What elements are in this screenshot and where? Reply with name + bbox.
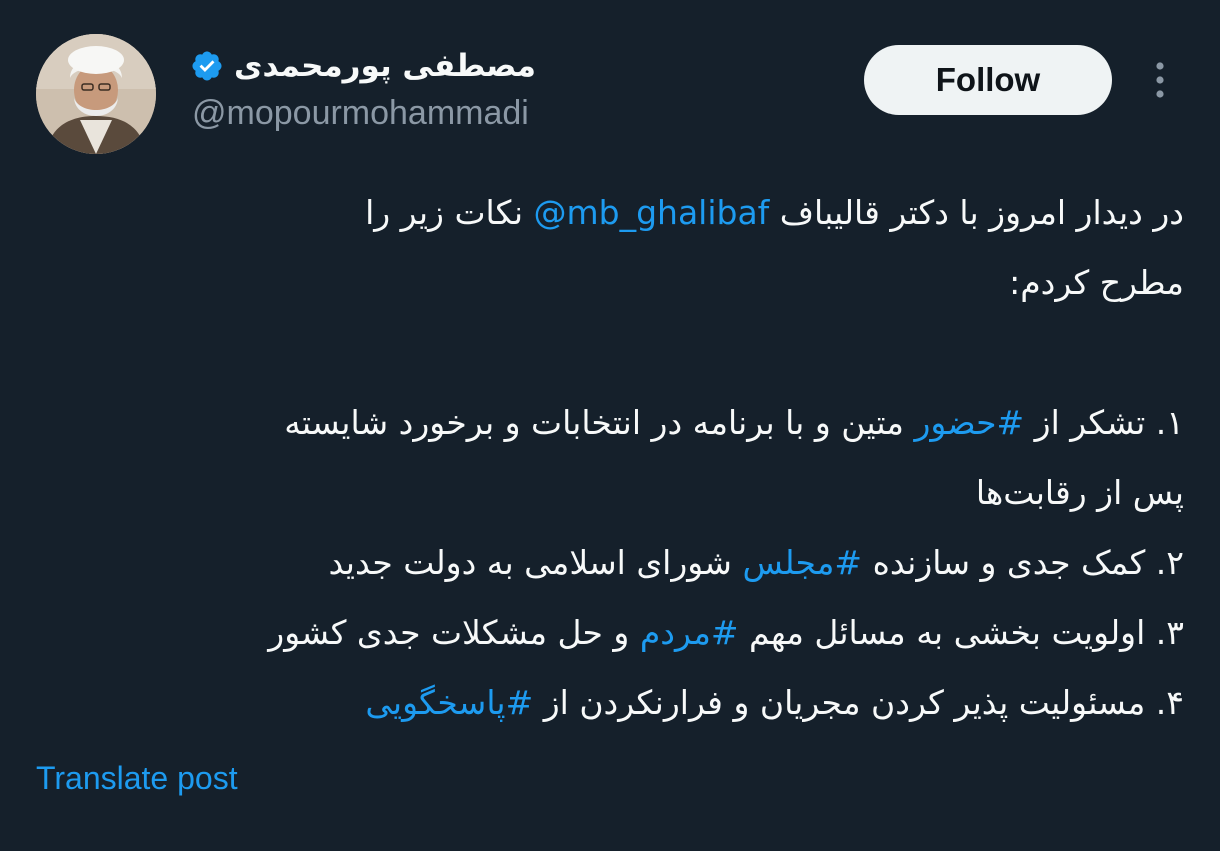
- hashtag-link[interactable]: #پاسخگویی: [365, 683, 533, 722]
- text-segment: و حل مشکلات جدی کشور: [268, 613, 640, 652]
- tweet-text: در دیدار امروز با دکتر قالیباف @mb_ghali…: [34, 178, 1184, 738]
- text-segment: متین و با برنامه در انتخابات و برخورد شا…: [284, 403, 915, 442]
- translate-post-link[interactable]: Translate post: [36, 760, 238, 797]
- avatar[interactable]: [36, 34, 156, 154]
- tweet-line-intro: در دیدار امروز با دکتر قالیباف @mb_ghali…: [34, 178, 1184, 248]
- text-segment: شورای اسلامی به دولت جدید: [328, 543, 743, 582]
- author-handle[interactable]: @mopourmohammadi: [192, 94, 529, 133]
- tweet-item-2: ۲. کمک جدی و سازنده #مجلس شورای اسلامی ب…: [34, 528, 1184, 598]
- verified-badge-icon: [192, 51, 222, 81]
- text-segment: ۳. اولویت بخشی به مسائل مهم: [738, 613, 1184, 652]
- hashtag-link[interactable]: #مردم: [640, 613, 739, 652]
- tweet-line-intro-cont: مطرح کردم:: [1009, 263, 1184, 302]
- hashtag-link[interactable]: #مجلس: [742, 543, 862, 582]
- tweet-item-4: ۴. مسئولیت پذیر کردن مجریان و فرارنکردن …: [34, 668, 1184, 738]
- text-segment: ۲. کمک جدی و سازنده: [862, 543, 1184, 582]
- avatar-portrait-icon: [36, 34, 156, 154]
- author-name-row[interactable]: مصطفی پورمحمدی: [190, 44, 536, 88]
- more-vertical-icon: [1156, 62, 1164, 98]
- tweet-item-1: ۱. تشکر از #حضور متین و با برنامه در انت…: [34, 388, 1184, 458]
- follow-button[interactable]: Follow: [864, 45, 1112, 115]
- text-segment: نکات زیر را: [365, 193, 534, 232]
- more-options-button[interactable]: [1140, 58, 1180, 102]
- text-segment: در دیدار امروز با دکتر قالیباف: [769, 193, 1184, 232]
- tweet-item-1-cont: پس از رقابت‌ها: [975, 473, 1184, 512]
- tweet-item-3: ۳. اولویت بخشی به مسائل مهم #مردم و حل م…: [34, 598, 1184, 668]
- hashtag-link[interactable]: #حضور: [914, 403, 1024, 442]
- display-name[interactable]: مصطفی پورمحمدی: [234, 48, 536, 84]
- mention-link[interactable]: @mb_ghalibaf: [534, 193, 770, 232]
- text-segment: ۱. تشکر از: [1024, 403, 1184, 442]
- text-segment: ۴. مسئولیت پذیر کردن مجریان و فرارنکردن …: [533, 683, 1184, 722]
